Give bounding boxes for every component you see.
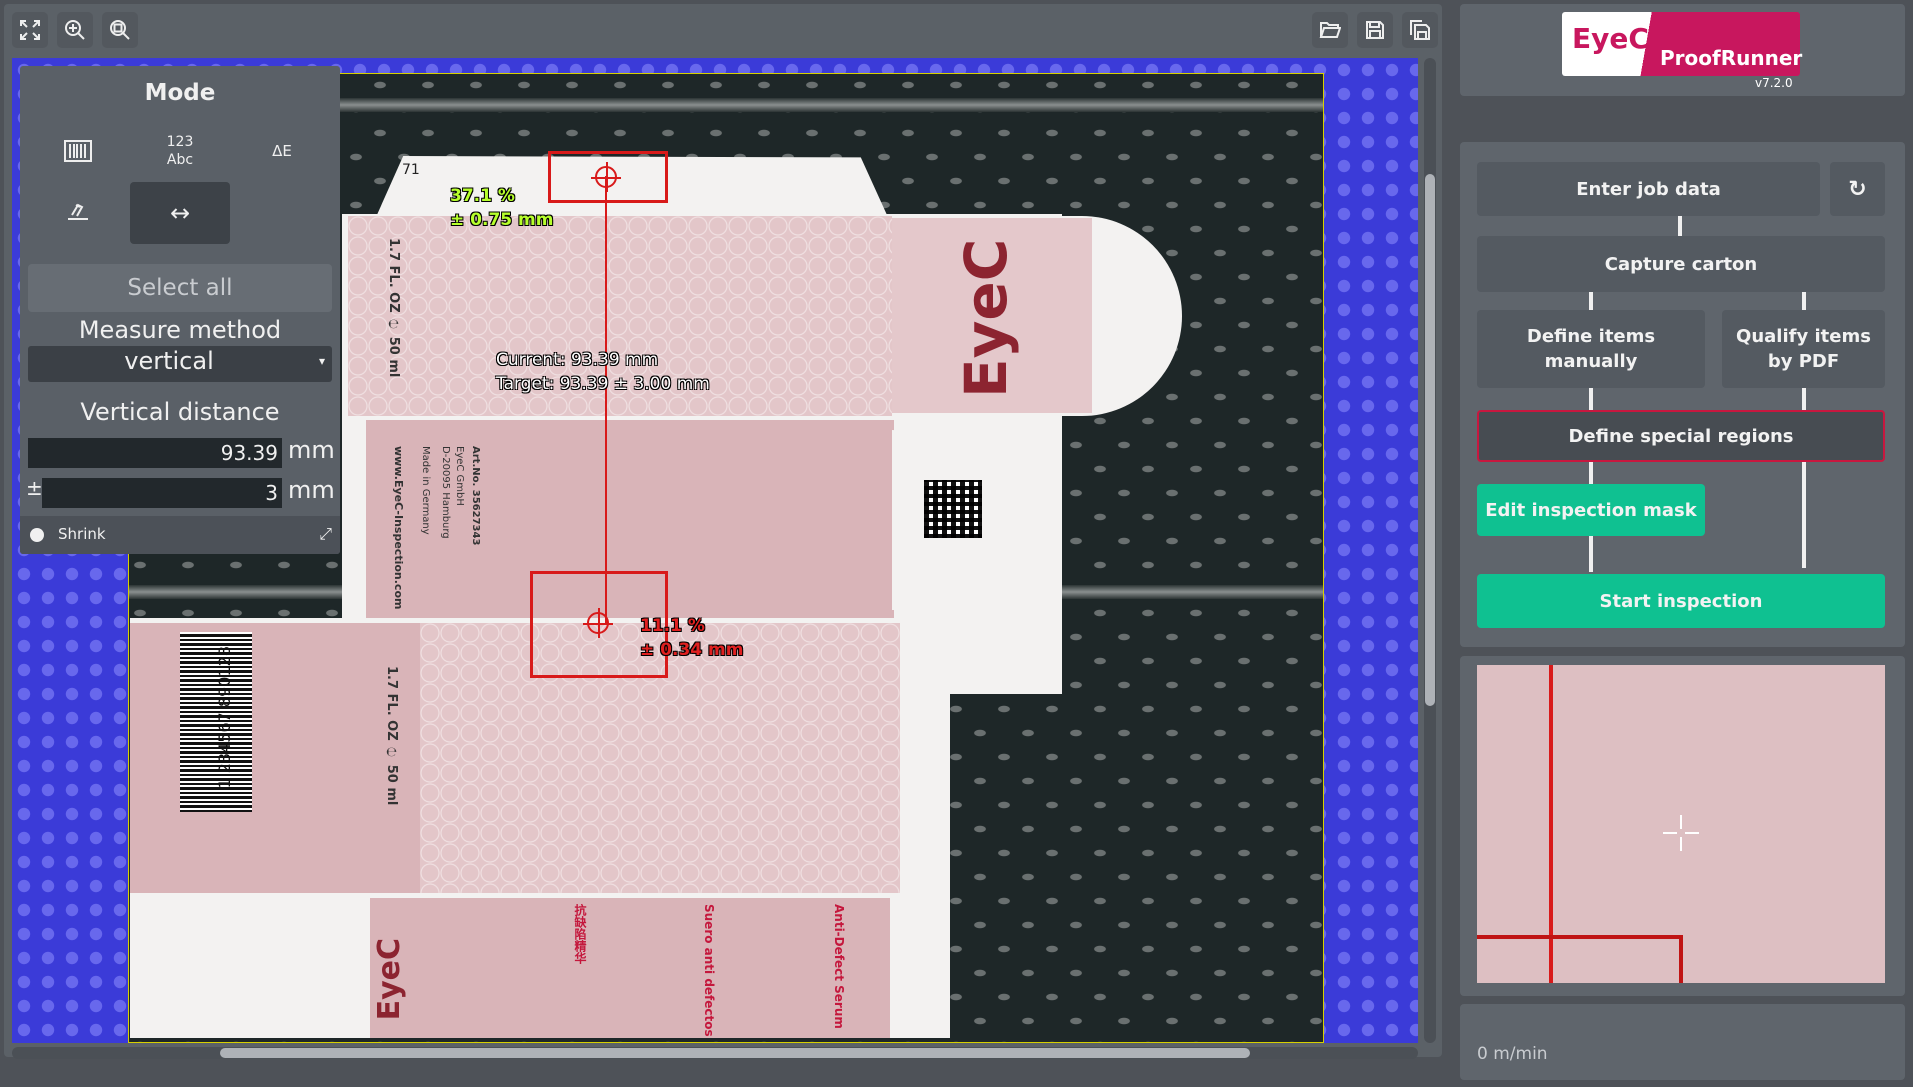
text-mode-label-top: 123 (166, 134, 194, 150)
status-panel (1460, 1004, 1905, 1080)
open-file-button[interactable] (1312, 12, 1348, 48)
define-items-manually-button[interactable]: Define items manually (1477, 310, 1705, 388)
workflow-connector (1589, 462, 1593, 484)
workflow-connector (1589, 388, 1593, 410)
proofrunner-app: 1 234567 890128 1.7 FL. OZ ℮ 50 ml 1.7 F… (0, 0, 1913, 1087)
zoom-fit-button[interactable] (102, 12, 138, 48)
refresh-icon: ↻ (1848, 176, 1867, 202)
workflow-connector (1589, 536, 1593, 572)
shrink-row: Shrink ⤢ (20, 516, 340, 554)
measure-method-label: Measure method (78, 316, 282, 344)
preview-crosshair-icon (1663, 815, 1699, 851)
refresh-button[interactable]: ↻ (1830, 162, 1885, 216)
tolerance-unit: mm (288, 476, 335, 504)
horizontal-scrollbar-thumb[interactable] (220, 1048, 1250, 1058)
expand-icon[interactable]: ⤢ (319, 524, 332, 544)
define-special-regions-button[interactable]: Define special regions (1477, 410, 1885, 462)
open-folder-icon (1319, 22, 1341, 38)
distance-unit: mm (288, 436, 335, 464)
save-as-icon (1410, 20, 1430, 40)
measure-mode-icon: ↔ (169, 199, 191, 227)
save-button[interactable] (1357, 12, 1393, 48)
horizontal-scrollbar[interactable] (12, 1047, 1418, 1059)
edit-inspection-mask-button[interactable]: Edit inspection mask (1477, 484, 1705, 536)
logo-eyec-text: EyeC (1572, 22, 1649, 55)
color-delta-e-button[interactable]: ΔE (232, 120, 332, 182)
mode-panel: Mode 123 Abc ΔE ↔ Select all Measure met… (20, 66, 340, 554)
workflow-connector (1802, 292, 1806, 310)
logo-proofrunner-text: ProofRunner (1660, 46, 1803, 70)
speed-readout: 0 m/min (1477, 1044, 1548, 1064)
distance-input[interactable]: 93.39 (28, 438, 282, 468)
text-mode-button[interactable]: 123 Abc (130, 120, 230, 182)
fullscreen-icon (20, 20, 40, 40)
vertical-distance-label: Vertical distance (80, 398, 280, 426)
tolerance-prefix: ± (26, 476, 43, 500)
preview-red-box (1477, 935, 1683, 983)
vertical-scrollbar-thumb[interactable] (1425, 174, 1435, 706)
chevron-down-icon: ▾ (318, 354, 325, 368)
app-version: v7.2.0 (1755, 76, 1793, 90)
zoom-preview (1477, 665, 1885, 983)
measure-method-select[interactable]: vertical ▾ (28, 346, 332, 382)
tolerance-input[interactable]: 3 (42, 478, 282, 508)
save-as-button[interactable] (1402, 12, 1438, 48)
brush-mode-button[interactable] (28, 182, 128, 244)
workflow-connector (1678, 216, 1682, 236)
enter-job-data-button[interactable]: Enter job data (1477, 162, 1820, 216)
zoom-fit-icon (110, 20, 130, 40)
zoom-in-icon (65, 20, 85, 40)
fullscreen-button[interactable] (12, 12, 48, 48)
mode-title: Mode (144, 80, 216, 106)
vertical-scrollbar[interactable] (1424, 58, 1436, 1043)
color-delta-e-icon: ΔE (272, 142, 292, 160)
save-icon (1366, 21, 1384, 39)
shrink-radio[interactable] (30, 528, 44, 542)
zoom-in-button[interactable] (57, 12, 93, 48)
start-inspection-button[interactable]: Start inspection (1477, 574, 1885, 628)
text-mode-label-bottom: Abc (166, 152, 194, 168)
measure-mode-button[interactable]: ↔ (130, 182, 230, 244)
brush-mode-icon (68, 203, 88, 220)
shrink-label: Shrink (58, 525, 106, 543)
capture-carton-button[interactable]: Capture carton (1477, 236, 1885, 292)
eyec-logo: EyeC ProofRunner (1562, 12, 1803, 76)
workflow-connector (1589, 292, 1593, 310)
measure-method-value: vertical (124, 347, 214, 375)
barcode-mode-button[interactable] (28, 120, 128, 182)
qualify-items-by-pdf-button[interactable]: Qualify items by PDF (1722, 310, 1885, 388)
workflow-panel (1460, 142, 1905, 647)
select-all-button[interactable]: Select all (28, 264, 332, 312)
barcode-mode-icon (64, 140, 92, 162)
